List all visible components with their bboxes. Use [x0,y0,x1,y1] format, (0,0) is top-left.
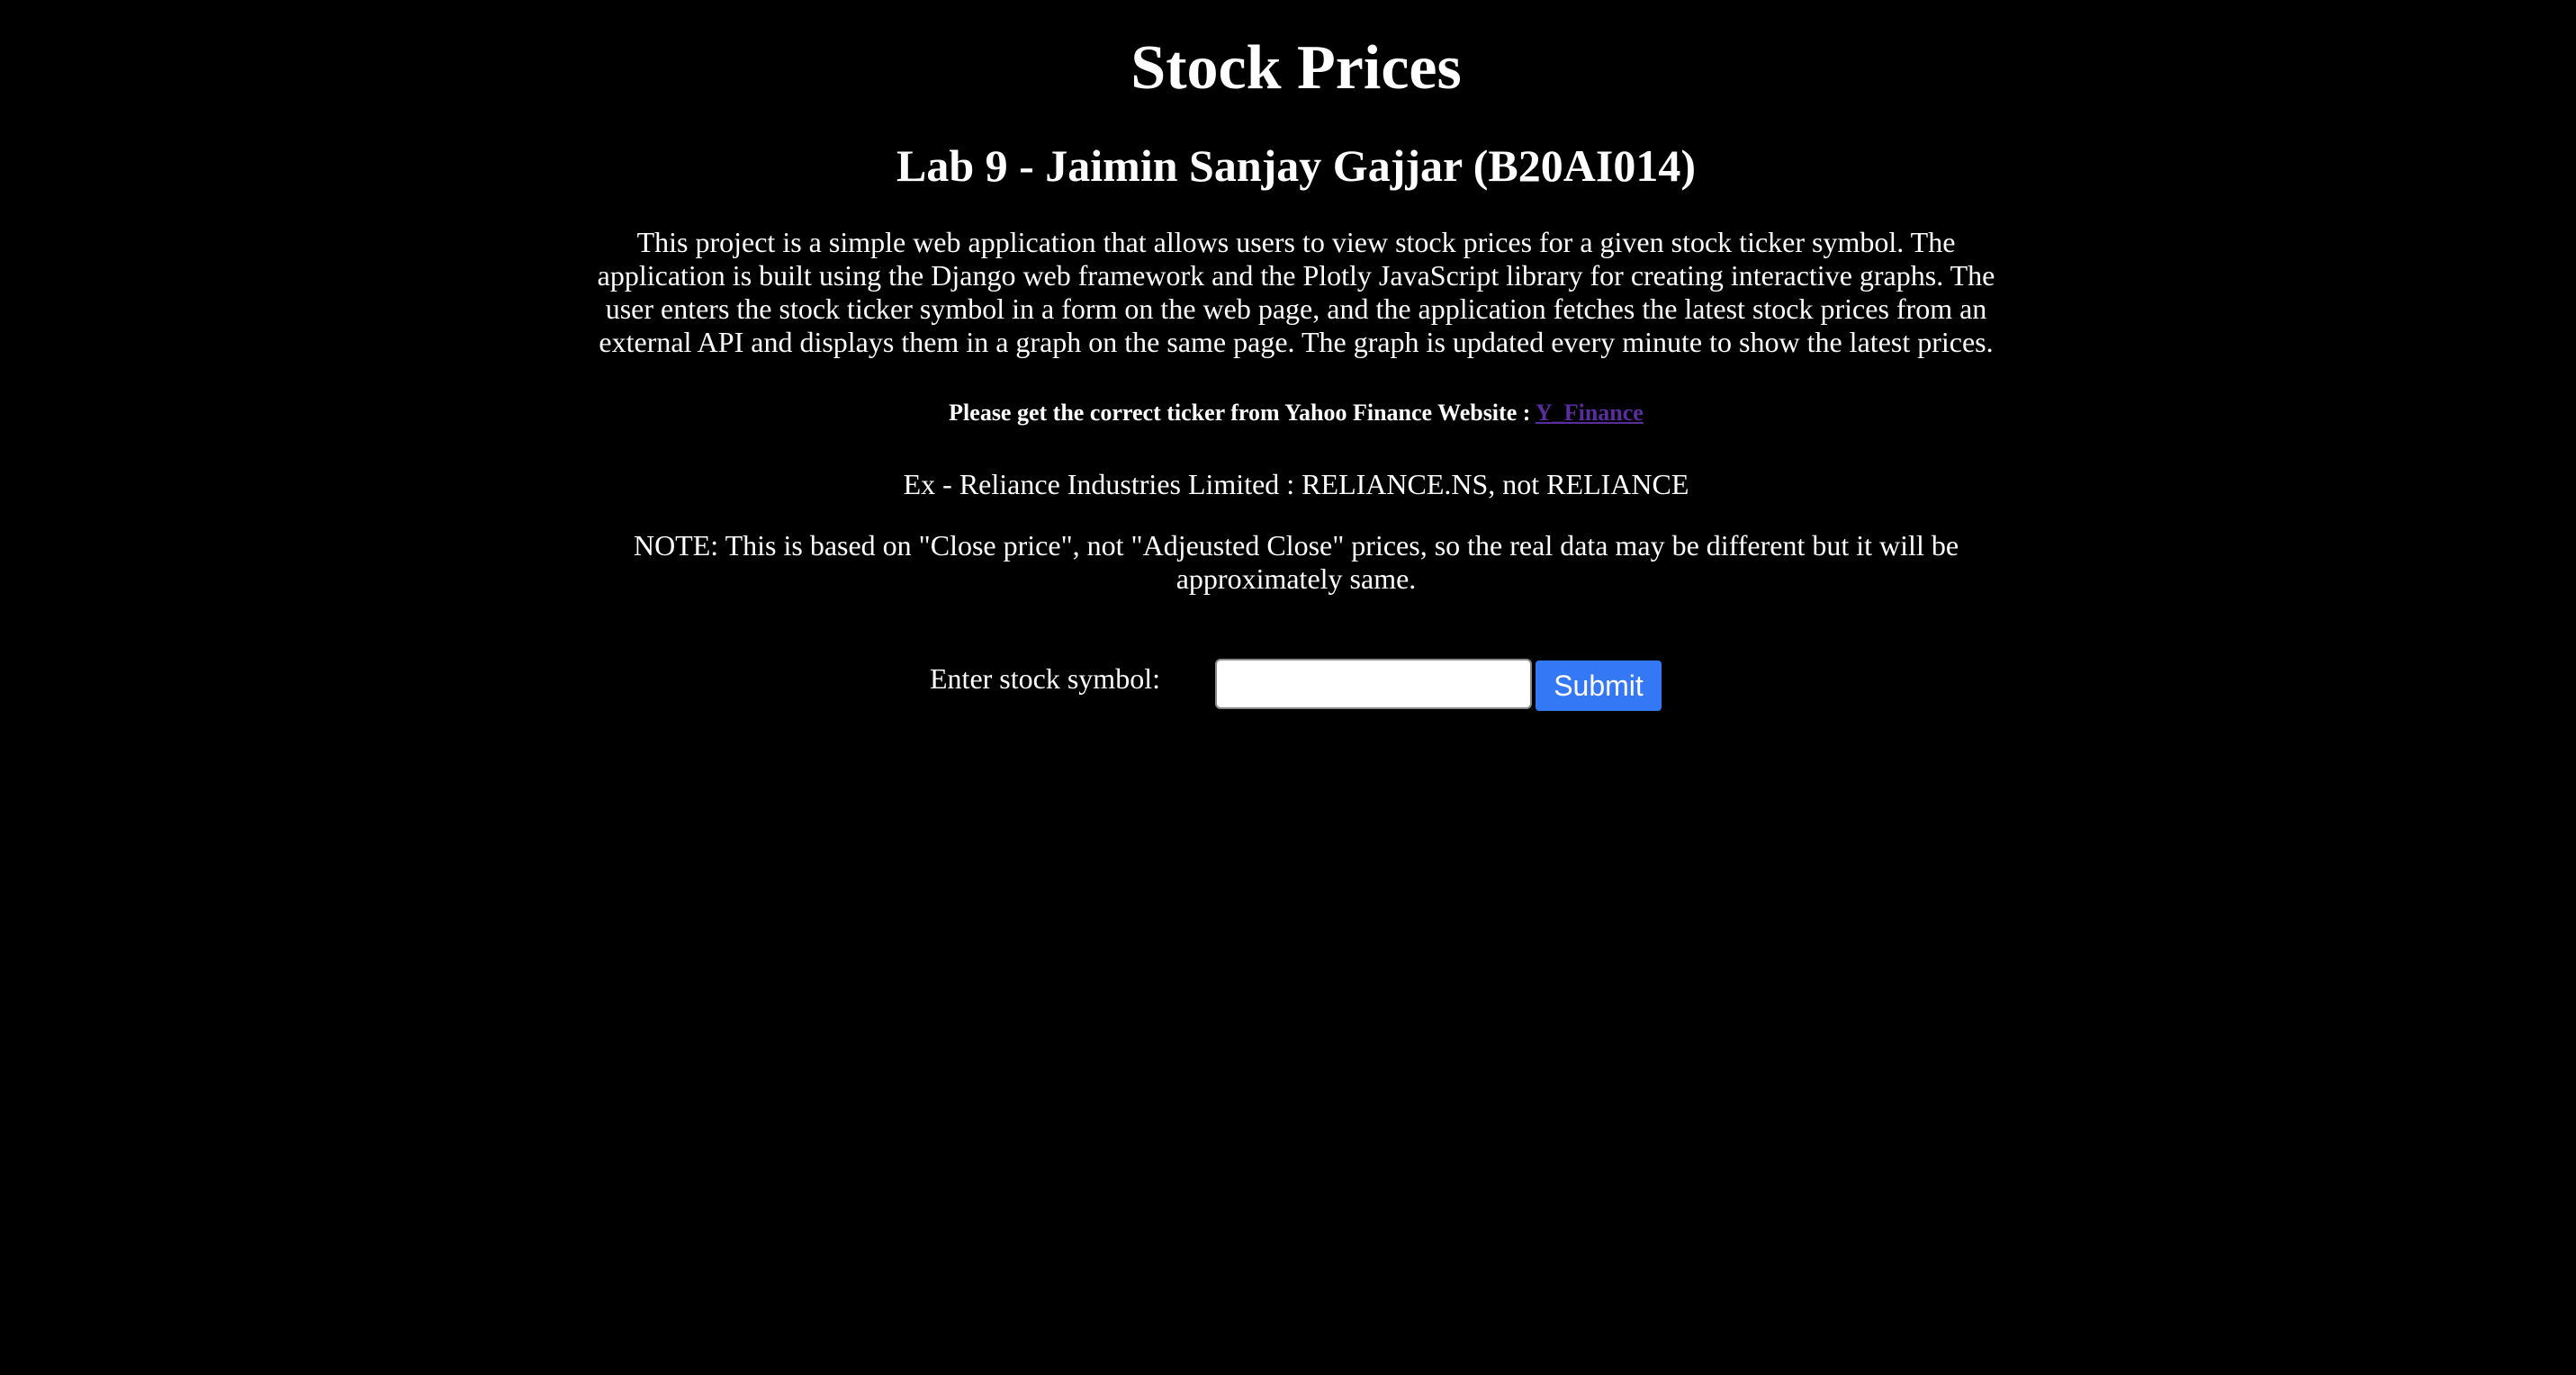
ticker-note-text: Please get the correct ticker from Yahoo… [949,400,1536,426]
ticker-note: Please get the correct ticker from Yahoo… [576,398,2016,428]
stock-symbol-input[interactable] [1215,659,1532,709]
yahoo-finance-link[interactable]: Y_Finance [1536,400,1644,426]
graph-container [576,747,2016,1332]
submit-button[interactable]: Submit [1536,661,1662,711]
ticker-example: Ex - Reliance Industries Limited : RELIA… [903,468,1689,500]
project-description: This project is a simple web application… [597,226,1995,358]
page-title: Stock Prices [1130,33,1462,103]
price-note: NOTE: This is based on "Close price", no… [633,529,1959,595]
stock-symbol-label: Enter stock symbol: [930,662,1160,695]
page-subtitle: Lab 9 - Jaimin Sanjay Gajjar (B20AI014) [896,140,1696,191]
stock-form: Enter stock symbol: Submit [576,655,2016,718]
